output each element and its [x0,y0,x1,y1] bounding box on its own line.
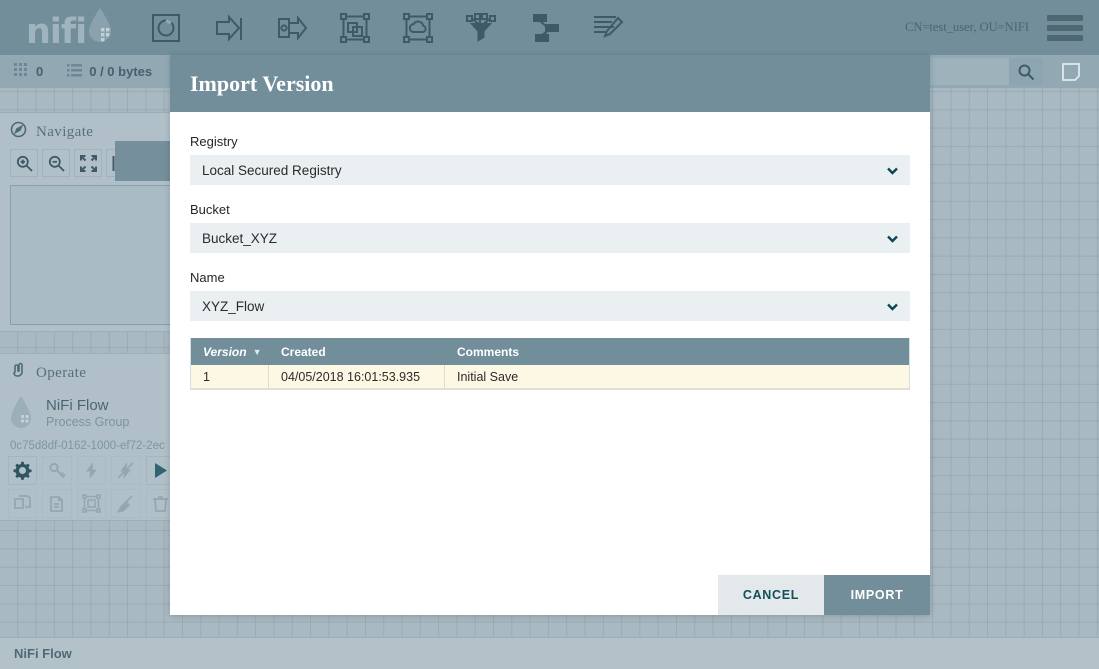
flow-name-value: XYZ_Flow [202,299,884,314]
top-toolbar: nifi [0,0,1099,55]
hamburger-menu-icon[interactable] [1047,15,1083,41]
logo-text: nifi [26,15,86,50]
bucket-value: Bucket_XYZ [202,231,884,246]
zoom-out-button[interactable] [42,149,70,177]
nifi-logo: nifi [26,6,113,50]
policies-button [42,456,71,485]
status-item: 0 / 0 bytes [67,63,152,81]
registry-label: Registry [190,134,910,149]
label-icon[interactable] [588,9,626,47]
cell-version: 1 [191,365,269,388]
current-user-label: CN=test_user, OU=NIFI [905,20,1029,35]
operate-body: NiFi Flow Process Group 0c75d8df-0162-10… [0,390,175,518]
operate-component-text: NiFi Flow Process Group [46,397,129,429]
breadcrumb[interactable]: NiFi Flow [14,646,72,661]
operate-component-name: NiFi Flow [46,397,129,414]
column-header-comments[interactable]: Comments [445,345,909,359]
user-area: CN=test_user, OU=NIFI [905,15,1083,41]
operate-panel-title: Operate [36,365,86,382]
disable-button [111,456,140,485]
operate-component-type: Process Group [46,415,129,430]
funnel-icon[interactable] [462,9,500,47]
column-header-created[interactable]: Created [269,345,445,359]
color-button [111,489,140,518]
copy-button [8,489,37,518]
output-port-icon[interactable] [273,9,311,47]
cell-created: 04/05/2018 16:01:53.935 [269,365,445,388]
status-indicators: 0 0 / 0 bytes [14,63,152,81]
processor-icon[interactable] [147,9,185,47]
table-row[interactable]: 1 04/05/2018 16:01:53.935 Initial Save [191,365,909,389]
import-button[interactable]: IMPORT [824,575,930,615]
component-toolbar [147,9,626,47]
registry-value: Local Secured Registry [202,163,884,178]
cell-comments: Initial Save [445,365,909,388]
dialog-footer: CANCEL IMPORT [170,575,930,615]
process-group-drop-icon [8,394,38,433]
column-label: Version [203,345,247,359]
remote-process-group-icon[interactable] [399,9,437,47]
dialog-title: Import Version [190,71,334,97]
search-icon[interactable] [1009,58,1043,85]
dialog-body: Registry Local Secured Registry Bucket B… [170,112,930,575]
status-value: 0 [36,64,43,79]
input-port-icon[interactable] [210,9,248,47]
flow-name-label: Name [190,270,910,285]
process-group-icon[interactable] [336,9,374,47]
enable-button [77,456,106,485]
chevron-down-icon [884,298,900,314]
column-label: Comments [457,345,519,359]
cancel-button[interactable]: CANCEL [718,575,824,615]
column-label: Created [281,345,326,359]
water-drop-icon [87,6,113,49]
hand-pointer-icon [10,362,27,384]
version-table: Version ▼ Created Comments 1 04/05/2018 … [190,338,910,390]
bucket-select[interactable]: Bucket_XYZ [190,223,910,253]
registry-select[interactable]: Local Secured Registry [190,155,910,185]
flow-name-select[interactable]: XYZ_Flow [190,291,910,321]
notebook-icon[interactable] [1055,58,1087,85]
status-item: 0 [14,63,43,81]
zoom-fit-button[interactable] [74,149,102,177]
chevron-down-icon [884,162,900,178]
configure-button[interactable] [8,456,37,485]
status-value: 0 / 0 bytes [89,64,152,79]
queue-icon [67,63,82,81]
nifi-application: nifi [0,0,1099,669]
processors-icon [14,63,29,81]
version-table-header: Version ▼ Created Comments [191,338,909,365]
operate-buttons-row [8,456,175,485]
chevron-down-icon [884,230,900,246]
navigate-panel: Navigate [0,112,176,332]
group-button [77,489,106,518]
operate-buttons-row [8,489,175,518]
sort-descending-icon: ▼ [253,347,262,357]
operate-component: NiFi Flow Process Group [8,394,175,433]
zoom-in-button[interactable] [10,149,38,177]
navigate-panel-title: Navigate [36,124,93,141]
bucket-label: Bucket [190,202,910,217]
bottom-status-bar: NiFi Flow [0,637,1099,669]
paste-button [42,489,71,518]
operate-panel-header[interactable]: Operate [0,354,175,390]
template-icon[interactable] [525,9,563,47]
dialog-header: Import Version [170,55,930,112]
operate-component-id: 0c75d8df-0162-1000-ef72-2ec [10,440,175,452]
operate-panel: Operate NiFi Flow Process Group [0,353,176,521]
navigate-compass-icon [10,121,27,143]
column-header-version[interactable]: Version ▼ [191,345,269,359]
import-version-dialog: Import Version Registry Local Secured Re… [170,55,930,615]
